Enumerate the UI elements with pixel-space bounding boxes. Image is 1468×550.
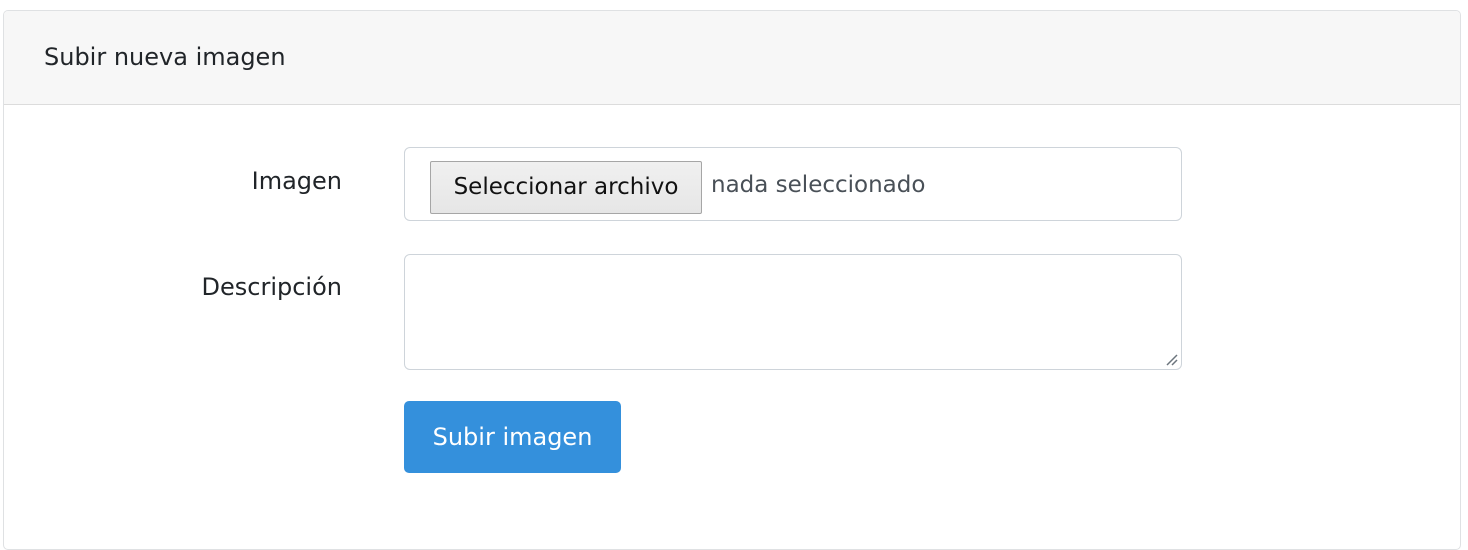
submit-image-button[interactable]: Subir imagen (404, 401, 621, 473)
upload-image-card: Subir nueva imagen Imagen Seleccionar ar… (3, 10, 1461, 550)
card-header: Subir nueva imagen (4, 11, 1460, 105)
file-input[interactable]: Seleccionar archivo nada seleccionado (404, 147, 1182, 221)
description-label: Descripción (201, 273, 342, 301)
description-textarea[interactable] (404, 254, 1182, 370)
file-status-text: nada seleccionado (711, 172, 926, 198)
choose-file-button[interactable]: Seleccionar archivo (430, 161, 702, 214)
card-title: Subir nueva imagen (44, 43, 286, 71)
image-label: Imagen (251, 167, 342, 195)
resize-handle-icon[interactable] (1164, 352, 1178, 366)
